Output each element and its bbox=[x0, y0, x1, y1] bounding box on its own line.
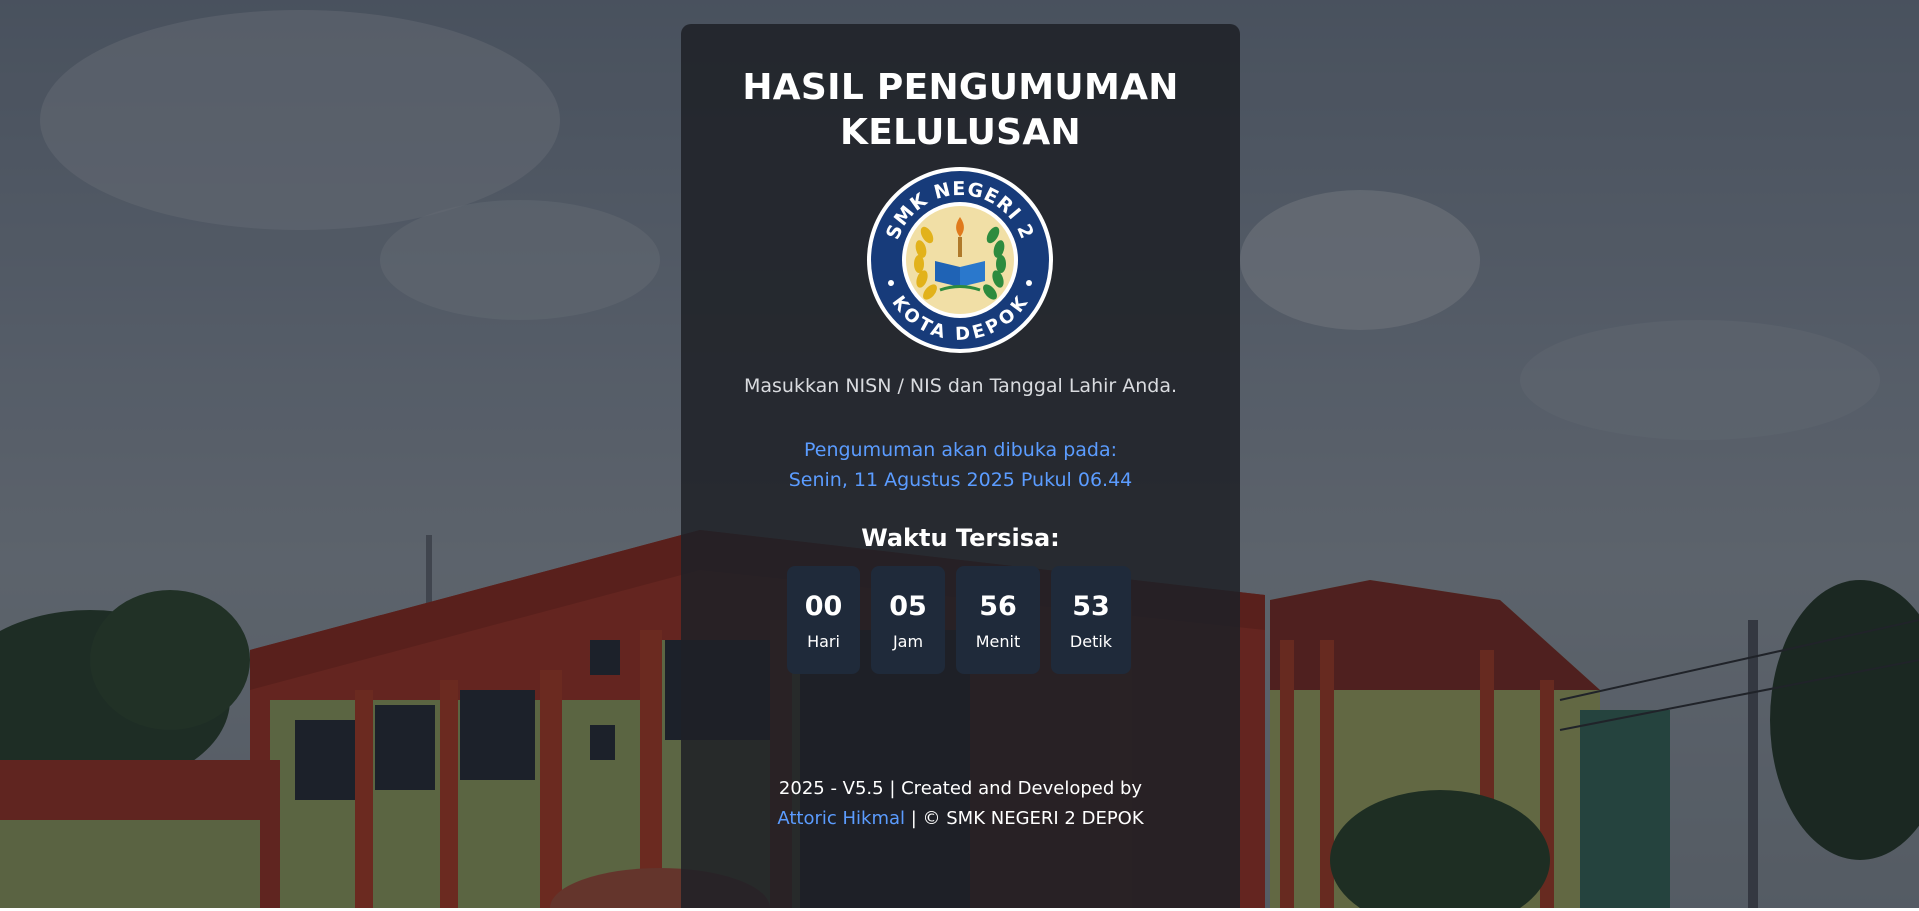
countdown-days: 00 Hari bbox=[787, 566, 860, 674]
opening-announcement: Pengumuman akan dibuka pada: Senin, 11 A… bbox=[681, 435, 1240, 495]
school-logo: SMK NEGERI 2 KOTA DEPOK bbox=[867, 167, 1053, 353]
login-instruction: Masukkan NISN / NIS dan Tanggal Lahir An… bbox=[743, 375, 1178, 397]
author-link[interactable]: Attoric Hikmal bbox=[777, 808, 905, 829]
countdown-unit: Jam bbox=[892, 631, 924, 651]
countdown-timer: 00 Hari 05 Jam 56 Menit 53 Detik bbox=[787, 566, 1131, 674]
footer-copyright: | © SMK NEGERI 2 DEPOK bbox=[905, 808, 1144, 829]
countdown-unit: Hari bbox=[807, 631, 840, 651]
countdown-unit: Detik bbox=[1069, 631, 1113, 651]
countdown-value: 56 bbox=[979, 590, 1017, 622]
countdown-hours: 05 Jam bbox=[871, 566, 945, 674]
countdown-seconds: 53 Detik bbox=[1051, 566, 1131, 674]
announcement-label: Pengumuman akan dibuka pada: bbox=[803, 439, 1118, 461]
footer: 2025 - V5.5 | Created and Developed by A… bbox=[681, 774, 1240, 834]
countdown-unit: Menit bbox=[975, 631, 1021, 651]
countdown-minutes: 56 Menit bbox=[956, 566, 1040, 674]
announcement-datetime: Senin, 11 Agustus 2025 Pukul 06.44 bbox=[788, 469, 1133, 491]
time-remaining-label: Waktu Tersisa: bbox=[861, 524, 1060, 552]
footer-credit: 2025 - V5.5 | Created and Developed by bbox=[778, 778, 1143, 799]
page-title: HASIL PENGUMUMAN KELULUSAN bbox=[742, 67, 1179, 153]
countdown-value: 00 bbox=[804, 590, 843, 622]
countdown-value: 53 bbox=[1072, 590, 1110, 622]
footer-copyright-line: Attoric Hikmal | © SMK NEGERI 2 DEPOK bbox=[681, 804, 1240, 834]
announcement-card: HASIL PENGUMUMAN KELULUSAN SMK NEGERI 2 … bbox=[681, 24, 1240, 908]
countdown-value: 05 bbox=[889, 590, 927, 622]
